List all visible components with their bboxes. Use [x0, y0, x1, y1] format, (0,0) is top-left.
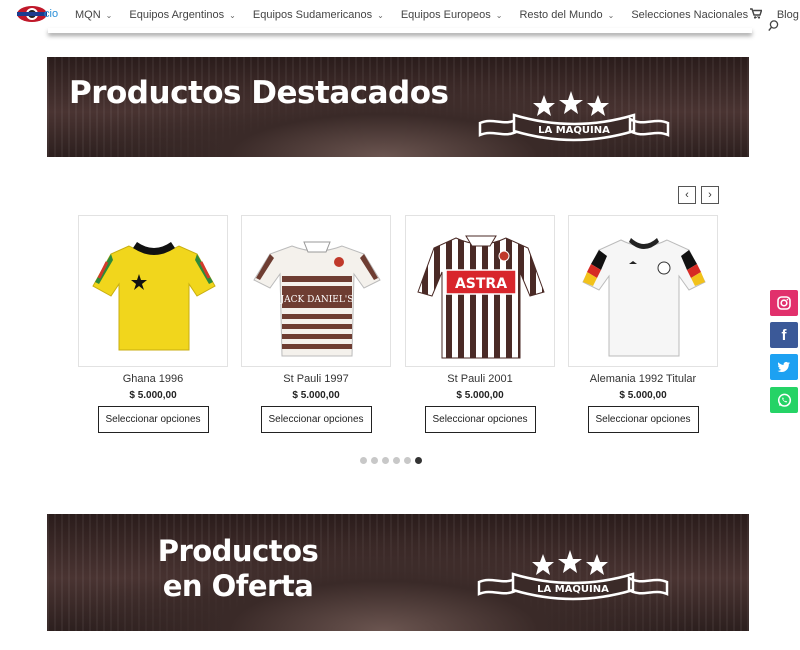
menu-item-label: Equipos Europeos: [400, 9, 491, 21]
carousel-dot[interactable]: [404, 457, 411, 464]
product-name[interactable]: Alemania 1992 Titular: [568, 373, 718, 385]
product-image[interactable]: ASTRA: [405, 215, 555, 367]
cart-icon[interactable]: [750, 8, 763, 22]
menu-item-selecciones-nacionales[interactable]: Selecciones Nacionales ⌄: [631, 9, 760, 21]
carousel-dot[interactable]: [382, 457, 389, 464]
product-price: $ 5.000,00: [292, 390, 340, 401]
carousel-dot[interactable]: [360, 457, 367, 464]
carousel-dot-active[interactable]: [415, 457, 422, 464]
twitter-icon[interactable]: [770, 354, 798, 380]
menu-item-label: Equipos Argentinos: [129, 9, 225, 21]
product-image[interactable]: [568, 215, 718, 367]
offer-products-banner: Productos en Oferta LA MAQUINA: [47, 514, 749, 631]
product-card: ASTRA St Pauli 2001 $ 5.000,00 Seleccion…: [405, 215, 555, 433]
menu-item-mqn[interactable]: MQN ⌄: [75, 9, 112, 21]
menu-item-equipos-argentinos[interactable]: Equipos Argentinos ⌄: [129, 9, 236, 21]
product-name[interactable]: St Pauli 1997: [241, 373, 391, 385]
chevron-down-icon: ⌄: [607, 10, 615, 20]
top-navigation: cio MQN ⌄ Equipos Argentinos ⌄ Equipos Sud…: [0, 0, 800, 32]
product-card: Ghana 1996 $ 5.000,00 Seleccionar opcion…: [78, 215, 228, 433]
instagram-icon[interactable]: [770, 290, 798, 316]
menu-item-label: MQN: [75, 9, 101, 21]
product-card: JACK DANIEL'S St Pauli 1997 $ 5.000,00 S…: [241, 215, 391, 433]
product-card: Alemania 1992 Titular $ 5.000,00 Selecci…: [568, 215, 718, 433]
select-options-button[interactable]: Seleccionar opciones: [424, 406, 536, 433]
emblem-text: LA MAQUINA: [538, 125, 610, 136]
chevron-right-icon: ›: [708, 189, 712, 201]
la-maquina-emblem-icon: LA MAQUINA: [477, 550, 669, 601]
emblem-text: LA MAQUINA: [537, 584, 609, 595]
menu-item-equipos-europeos[interactable]: Equipos Europeos ⌄: [401, 9, 503, 21]
st-pauli-2001-jersey-icon: ASTRA: [417, 235, 545, 359]
chevron-left-icon: ‹: [685, 189, 689, 201]
product-name[interactable]: Ghana 1996: [78, 373, 228, 385]
carousel-pagination: [360, 457, 426, 464]
menu-item-resto-del-mundo[interactable]: Resto del Mundo ⌄: [519, 9, 614, 21]
la-maquina-emblem-icon: LA MAQUINA: [478, 91, 670, 142]
carousel-prev-button[interactable]: ‹: [678, 186, 696, 204]
featured-products-banner: Productos Destacados LA MAQUINA: [47, 57, 749, 157]
product-price: $ 5.000,00: [619, 390, 667, 401]
search-icon[interactable]: [768, 20, 779, 35]
main-menu: MQN ⌄ Equipos Argentinos ⌄ Equipos Sudamer…: [75, 0, 800, 30]
logo-text[interactable]: cio: [44, 8, 58, 20]
select-options-button[interactable]: Seleccionar opciones: [97, 406, 209, 433]
select-options-button[interactable]: Seleccionar opciones: [587, 406, 699, 433]
product-name[interactable]: St Pauli 2001: [405, 373, 555, 385]
germany-1992-jersey-icon: [582, 238, 706, 357]
chevron-down-icon: ⌄: [377, 10, 384, 20]
menu-item-blog[interactable]: Blog: [777, 9, 799, 21]
chevron-down-icon: ⌄: [229, 10, 236, 20]
st-pauli-1997-jersey-icon: JACK DANIEL'S: [253, 241, 381, 357]
menu-item-label: Selecciones Nacionales: [631, 9, 749, 21]
banner-title-line: en Oferta: [162, 569, 314, 603]
menu-item-label: Equipos Sudamericanos: [252, 9, 373, 21]
product-image[interactable]: [78, 215, 228, 367]
carousel-dot[interactable]: [371, 457, 378, 464]
facebook-icon[interactable]: f: [770, 322, 798, 348]
carousel-next-button[interactable]: ›: [701, 186, 719, 204]
menu-item-label: Blog: [776, 9, 799, 21]
banner-title: Productos en Oferta: [153, 534, 323, 604]
chevron-down-icon: ⌄: [495, 10, 503, 20]
shirt-sponsor-text: ASTRA: [455, 276, 507, 292]
menu-item-equipos-sudamericanos[interactable]: Equipos Sudamericanos ⌄: [253, 9, 384, 21]
nav-shadow-divider: [48, 28, 752, 33]
banner-title: Productos Destacados: [69, 75, 449, 111]
shirt-sponsor-text: JACK DANIEL'S: [280, 295, 354, 305]
banner-title-line: Productos: [157, 534, 319, 568]
product-image[interactable]: JACK DANIEL'S: [241, 215, 391, 367]
product-price: $ 5.000,00: [456, 390, 504, 401]
menu-item-label: Resto del Mundo: [519, 9, 603, 21]
select-options-button[interactable]: Seleccionar opciones: [260, 406, 372, 433]
carousel-dot[interactable]: [393, 457, 400, 464]
chevron-down-icon: ⌄: [105, 10, 113, 20]
whatsapp-icon[interactable]: [770, 387, 798, 413]
product-price: $ 5.000,00: [129, 390, 177, 401]
yellow-jersey-icon: [92, 242, 216, 351]
